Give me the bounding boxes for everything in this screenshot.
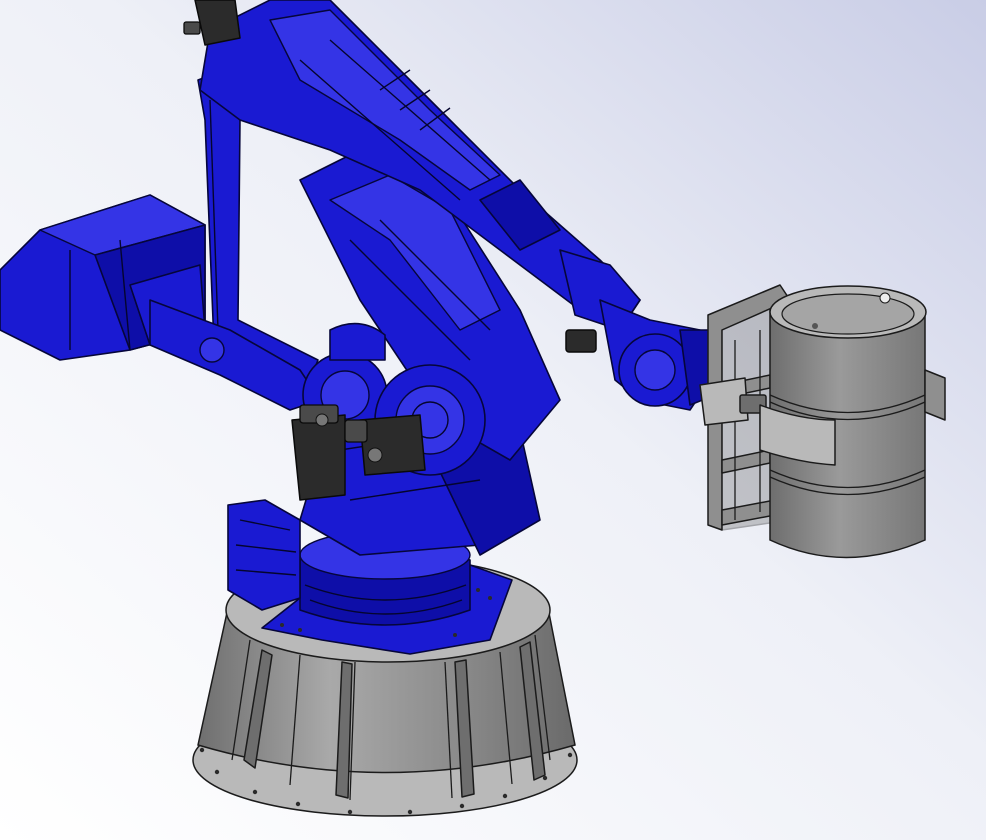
servo-motor-axis4[interactable] [565,329,597,353]
robot-assembly-model[interactable] [0,0,986,840]
drum[interactable] [759,285,946,559]
servo-motor-axis1[interactable] [291,404,346,501]
cad-viewport[interactable] [0,0,986,840]
